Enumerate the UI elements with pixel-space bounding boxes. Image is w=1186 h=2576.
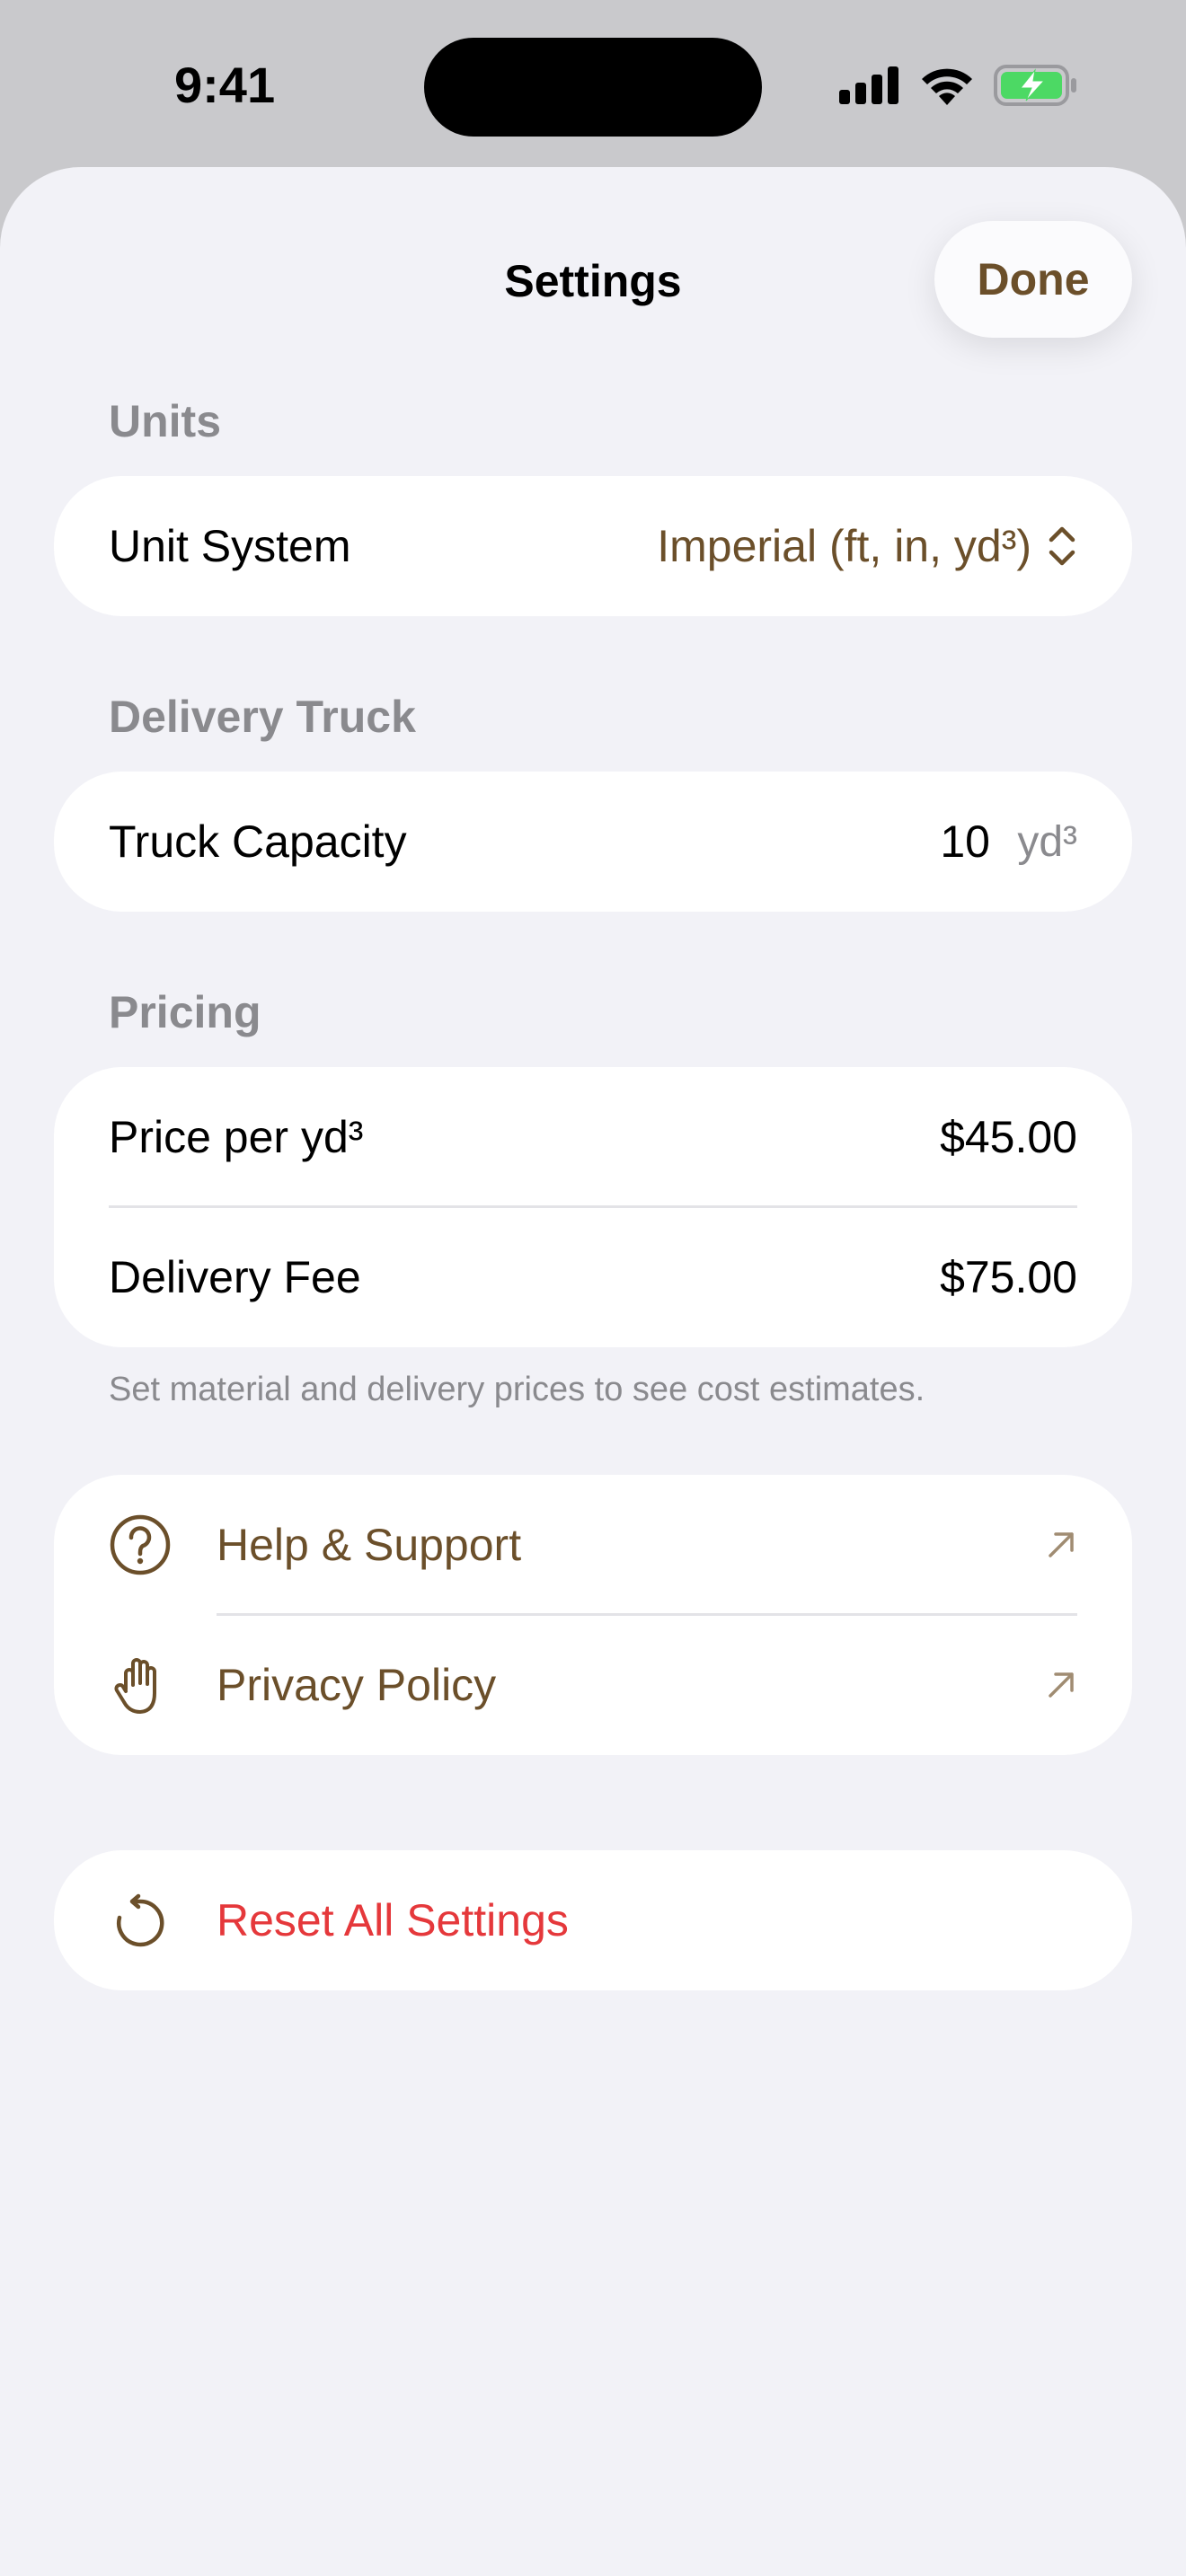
delivery-fee-input[interactable]: $75.00 — [940, 1251, 1077, 1303]
price-per-unit-label: Price per yd³ — [109, 1112, 364, 1162]
raised-hand-icon — [114, 1658, 156, 1714]
truck-capacity-input[interactable]: 10 — [940, 816, 990, 868]
reset-all-settings-label: Reset All Settings — [217, 1895, 569, 1945]
section-header-delivery-truck: Delivery Truck — [109, 692, 416, 742]
status-time: 9:41 — [174, 57, 276, 113]
help-support-row[interactable]: Help & Support — [54, 1475, 1132, 1615]
pricing-footnote: Set material and delivery prices to see … — [109, 1371, 925, 1408]
wifi-icon — [922, 68, 972, 105]
battery-charging-icon — [994, 65, 1076, 106]
help-support-label: Help & Support — [217, 1520, 522, 1570]
question-mark-circle-icon — [110, 1514, 171, 1575]
section-header-units: Units — [109, 396, 221, 446]
privacy-policy-label: Privacy Policy — [217, 1660, 497, 1710]
truck-capacity-label: Truck Capacity — [109, 816, 407, 867]
status-bar: 9:41 — [0, 0, 1186, 167]
delivery-truck-group: Truck Capacity 10 yd³ — [54, 772, 1132, 912]
reset-all-settings-button[interactable]: Reset All Settings — [54, 1850, 1132, 1990]
chevron-up-down-icon — [1049, 526, 1075, 566]
delivery-fee-label: Delivery Fee — [109, 1252, 361, 1302]
status-icons — [839, 63, 1078, 108]
cellular-signal-icon — [839, 66, 898, 104]
truck-capacity-unit: yd³ — [1017, 817, 1077, 866]
privacy-policy-row[interactable]: Privacy Policy — [54, 1615, 1132, 1755]
unit-system-row[interactable]: Unit System Imperial (ft, in, yd³) — [54, 476, 1132, 616]
settings-sheet: Settings Done Units Unit System Imperial… — [0, 167, 1186, 2576]
pricing-group: Price per yd³ $45.00 Delivery Fee $75.00 — [54, 1067, 1132, 1347]
arrow-up-right-icon — [1049, 1672, 1074, 1698]
truck-capacity-row: Truck Capacity 10 yd³ — [54, 772, 1132, 912]
unit-system-value[interactable]: Imperial (ft, in, yd³) — [657, 520, 1031, 572]
delivery-fee-row: Delivery Fee $75.00 — [54, 1207, 1132, 1347]
reset-group: Reset All Settings — [54, 1850, 1132, 1990]
counterclockwise-arrow-icon — [117, 1893, 164, 1947]
dynamic-island — [424, 38, 762, 137]
units-group: Unit System Imperial (ft, in, yd³) — [54, 476, 1132, 616]
links-group: Help & Support Privacy Policy — [54, 1475, 1132, 1755]
price-per-unit-input[interactable]: $45.00 — [940, 1111, 1077, 1163]
price-per-unit-row: Price per yd³ $45.00 — [54, 1067, 1132, 1207]
done-button[interactable]: Done — [934, 221, 1132, 338]
arrow-up-right-icon — [1049, 1532, 1074, 1557]
unit-system-label: Unit System — [109, 521, 351, 571]
section-header-pricing: Pricing — [109, 987, 261, 1037]
